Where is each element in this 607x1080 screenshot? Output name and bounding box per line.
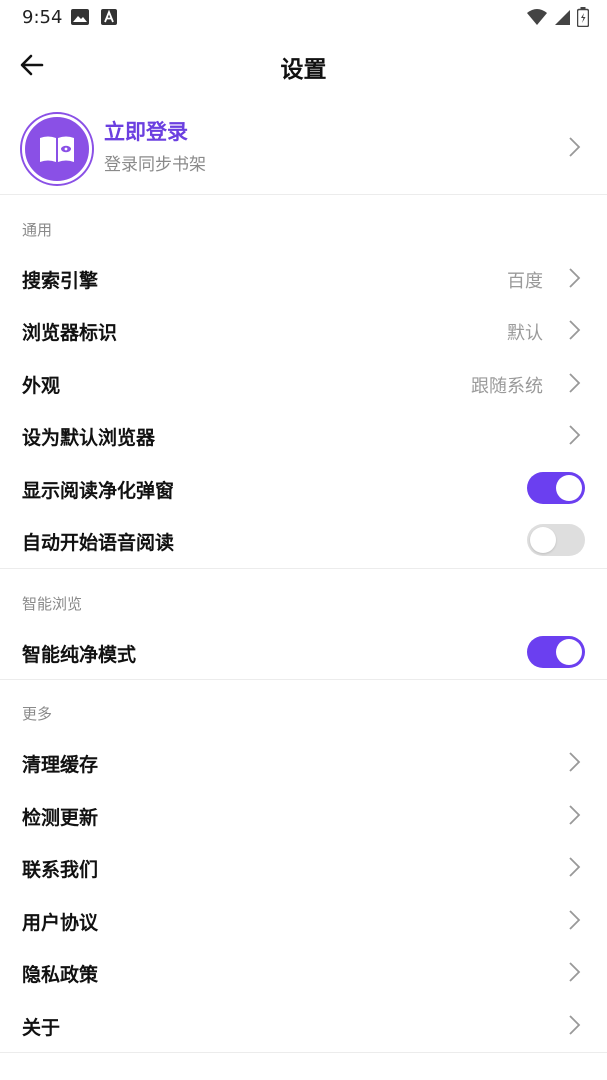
setting-reader-popup: 显示阅读净化弹窗 [0,463,607,515]
setting-label: 隐私政策 [22,964,99,986]
setting-search-engine[interactable]: 搜索引擎 百度 [0,253,607,305]
setting-label: 外观 [22,375,61,397]
setting-label: 用户协议 [22,912,99,934]
chevron-right-icon [569,320,581,340]
a-box-icon [101,9,117,29]
signal-icon [553,8,571,30]
login-title: 立即登录 [104,120,188,144]
smart-clean-toggle[interactable] [527,636,585,668]
login-subtitle: 登录同步书架 [104,155,206,175]
divider [0,194,607,195]
setting-label: 搜索引擎 [22,270,99,292]
book-eye-icon [40,136,74,162]
setting-label: 浏览器标识 [22,322,118,344]
chevron-right-icon [569,752,581,772]
avatar [22,114,92,184]
chevron-right-icon [569,137,581,157]
setting-auto-tts: 自动开始语音阅读 [0,515,607,567]
reader-popup-toggle[interactable] [527,472,585,504]
setting-label: 清理缓存 [22,754,99,776]
toggle-knob [530,527,556,553]
setting-label: 智能纯净模式 [22,644,137,666]
setting-default-browser[interactable]: 设为默认浏览器 [0,410,607,462]
section-header-more: 更多 [22,705,53,723]
chevron-right-icon [569,805,581,825]
setting-appearance[interactable]: 外观 跟随系统 [0,358,607,410]
wifi-icon [527,8,547,30]
page-title: 设置 [280,57,327,83]
setting-label: 自动开始语音阅读 [22,532,175,554]
section-header-general: 通用 [22,221,53,239]
setting-user-agreement[interactable]: 用户协议 [0,895,607,947]
setting-contact-us[interactable]: 联系我们 [0,842,607,894]
battery-icon [576,7,590,31]
toggle-knob [556,475,582,501]
setting-label: 联系我们 [22,859,99,881]
divider [0,679,607,680]
toggle-knob [556,639,582,665]
chevron-right-icon [569,425,581,445]
chevron-right-icon [569,1015,581,1035]
auto-tts-toggle[interactable] [527,524,585,556]
divider [0,568,607,569]
setting-label: 关于 [22,1017,61,1039]
chevron-right-icon [569,373,581,393]
chevron-right-icon [569,910,581,930]
setting-clear-cache[interactable]: 清理缓存 [0,737,607,789]
setting-label: 检测更新 [22,807,99,829]
setting-check-update[interactable]: 检测更新 [0,790,607,842]
setting-label: 显示阅读净化弹窗 [22,480,175,502]
setting-value: 百度 [507,271,543,292]
divider [0,1052,607,1053]
setting-value: 跟随系统 [471,376,543,397]
setting-label: 设为默认浏览器 [22,427,156,449]
setting-smart-clean-mode: 智能纯净模式 [0,627,607,679]
app-bar: 设置 [0,36,607,96]
chevron-right-icon [569,268,581,288]
setting-privacy-policy[interactable]: 隐私政策 [0,947,607,999]
setting-user-agent[interactable]: 浏览器标识 默认 [0,305,607,357]
chevron-right-icon [569,962,581,982]
status-time: 9:54 [22,7,63,28]
setting-about[interactable]: 关于 [0,1000,607,1052]
image-icon [71,9,89,29]
status-bar: 9:54 [0,0,607,36]
section-header-smart: 智能浏览 [22,595,83,613]
login-entry[interactable]: 立即登录 登录同步书架 [0,110,607,194]
setting-value: 默认 [507,323,543,344]
chevron-right-icon [569,857,581,877]
